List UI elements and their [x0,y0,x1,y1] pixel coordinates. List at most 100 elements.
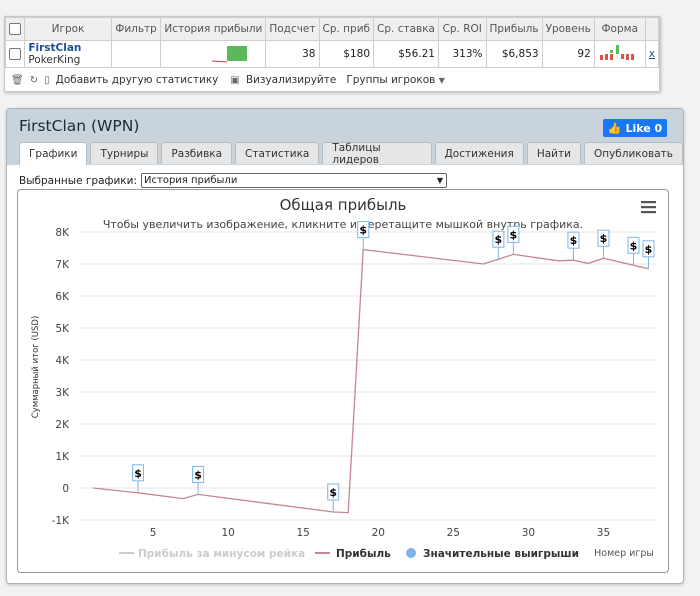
form-bar [625,53,629,60]
y-tick-label: 4K [55,355,70,367]
thumbs-up-icon: 👍 [607,121,622,135]
big-win-flag: $ [357,221,370,250]
filter-cell [110,40,162,68]
chevron-down-icon: ▼ [438,76,445,85]
y-tick-label: 5K [55,323,70,335]
col-avg-roi[interactable]: Ср. ROI [437,17,487,41]
col-avg-stake[interactable]: Ср. ставка [373,17,439,41]
dollar-icon: $ [570,234,578,247]
tab-achievements[interactable]: Достижения [434,142,524,164]
sparkline-line [212,60,228,62]
x-tick-label: 35 [597,527,610,539]
tab-breakdown[interactable]: Разбивка [161,142,233,164]
row-checkbox-cell[interactable] [4,40,26,68]
tab-tournaments[interactable]: Турниры [90,142,159,164]
select-all-checkbox-cell[interactable] [4,17,26,41]
form-chart [599,44,634,60]
image-icon: ▣ [230,74,240,86]
y-tick-label: 2K [55,419,70,431]
big-win-flag: $ [192,465,205,495]
remove-row-button[interactable]: x [644,40,660,68]
profit-cell: $6,853 [485,40,543,68]
visualize-link[interactable]: Визуализируйте [246,74,336,86]
avg-roi-cell: 313% [437,40,487,68]
col-filter[interactable]: Фильтр [110,17,162,41]
refresh-icon[interactable]: ↻ [30,75,38,86]
stats-header-row: Игрок Фильтр История прибыли Подсчет Ср.… [4,17,660,41]
add-stats-link[interactable]: Добавить другую статистику [56,74,219,86]
col-player[interactable]: Игрок [24,17,112,41]
form-bar [604,53,608,60]
col-level[interactable]: Уровень [541,17,595,41]
form-bar [609,53,613,60]
facebook-like-button[interactable]: 👍 Like 0 [603,119,667,137]
dollar-icon: $ [645,243,653,256]
big-win-markers: $ $ $ $ $ $ $ $ $ $ [132,221,655,512]
player-groups-dropdown[interactable]: Группы игроков ▼ [346,74,445,86]
x-tick-label: 10 [221,527,234,539]
avg-profit-cell: $180 [318,40,375,68]
sparkline-bar [227,45,248,61]
form-bar [620,53,624,59]
x-axis-label: Номер игры [594,548,654,559]
legend-item-rake[interactable]: Прибыль за минусом рейка [138,548,305,560]
col-profit[interactable]: Прибыль [485,17,543,41]
chart-title: Общая прибыль [280,196,407,214]
form-bar [630,53,634,60]
graph-select[interactable]: История прибыли ▼ [141,173,448,188]
x-tick-label: 5 [150,527,157,539]
chevron-down-icon: ▼ [436,176,444,185]
y-tick-label: 1K [55,451,70,463]
chart-container[interactable]: Общая прибыль Чтобы увеличить изображени… [17,189,669,573]
panel-title: FirstClan (WPN) [19,117,140,135]
dollar-icon: $ [510,228,518,241]
y-tick-label: 7K [55,259,70,271]
tab-leaderboards[interactable]: Таблицы лидеров [322,142,432,166]
graph-select-row: Выбранные графики: История прибыли ▼ [19,173,448,188]
menu-icon-bar [641,211,656,214]
tab-statistics[interactable]: Статистика [235,142,320,164]
player-panel: FirstClan (WPN) 👍 Like 0 Графики Турниры… [6,108,684,584]
row-checkbox[interactable] [9,48,22,60]
legend-item-big-wins[interactable]: Значительные выигрыши [423,548,579,560]
y-tick-label: 6K [55,291,70,303]
avg-stake-cell: $56.21 [373,40,439,68]
graph-select-value: История прибыли [144,175,238,186]
col-count[interactable]: Подсчет [265,17,320,41]
big-win-flag: $ [507,225,520,255]
profit-history-sparkline[interactable] [192,42,262,64]
col-avg-profit[interactable]: Ср. приб [318,17,375,41]
profit-history-sparkline-cell [160,40,267,68]
dollar-icon: $ [600,232,608,245]
add-stats-icon: ▯ [44,74,50,86]
profit-chart[interactable]: Общая прибыль Чтобы увеличить изображени… [18,190,668,572]
col-profit-history[interactable]: История прибыли [160,17,267,41]
count-cell: 38 [265,40,320,68]
player-site: PokerKing [28,54,81,66]
stats-table: Игрок Фильтр История прибыли Подсчет Ср.… [4,17,660,68]
big-win-flag: $ [492,230,505,260]
big-win-flag: $ [567,231,580,261]
y-tick-label: 0 [62,483,69,495]
col-form[interactable]: Форма [593,17,646,41]
tab-publish[interactable]: Опубликовать [583,142,683,164]
legend-swatch-big-wins [406,548,416,558]
select-all-checkbox[interactable] [9,23,22,35]
big-win-flag: $ [642,240,655,269]
stats-toolbar: 🗑 ↻ ▯ Добавить другую статистику ▣ Визуа… [11,71,445,89]
dollar-icon: $ [630,239,638,252]
table-row[interactable]: FirstClan PokerKing 38 $180 $56.21 313% … [4,40,660,68]
x-tick-label: 15 [297,527,310,539]
legend-item-profit[interactable]: Прибыль [336,548,391,560]
trash-icon[interactable]: 🗑 [11,75,24,86]
player-name-link[interactable]: FirstClan [28,42,107,54]
y-axis-label: Суммарный итог (USD) [31,316,41,419]
level-cell: 92 [541,40,595,68]
form-bar [609,49,613,53]
tab-find[interactable]: Найти [526,142,581,164]
dollar-icon: $ [194,468,202,481]
menu-icon-bar [641,201,656,204]
tab-graphs[interactable]: Графики [19,142,88,165]
menu-icon[interactable] [641,201,656,214]
big-win-flag: $ [327,483,340,512]
